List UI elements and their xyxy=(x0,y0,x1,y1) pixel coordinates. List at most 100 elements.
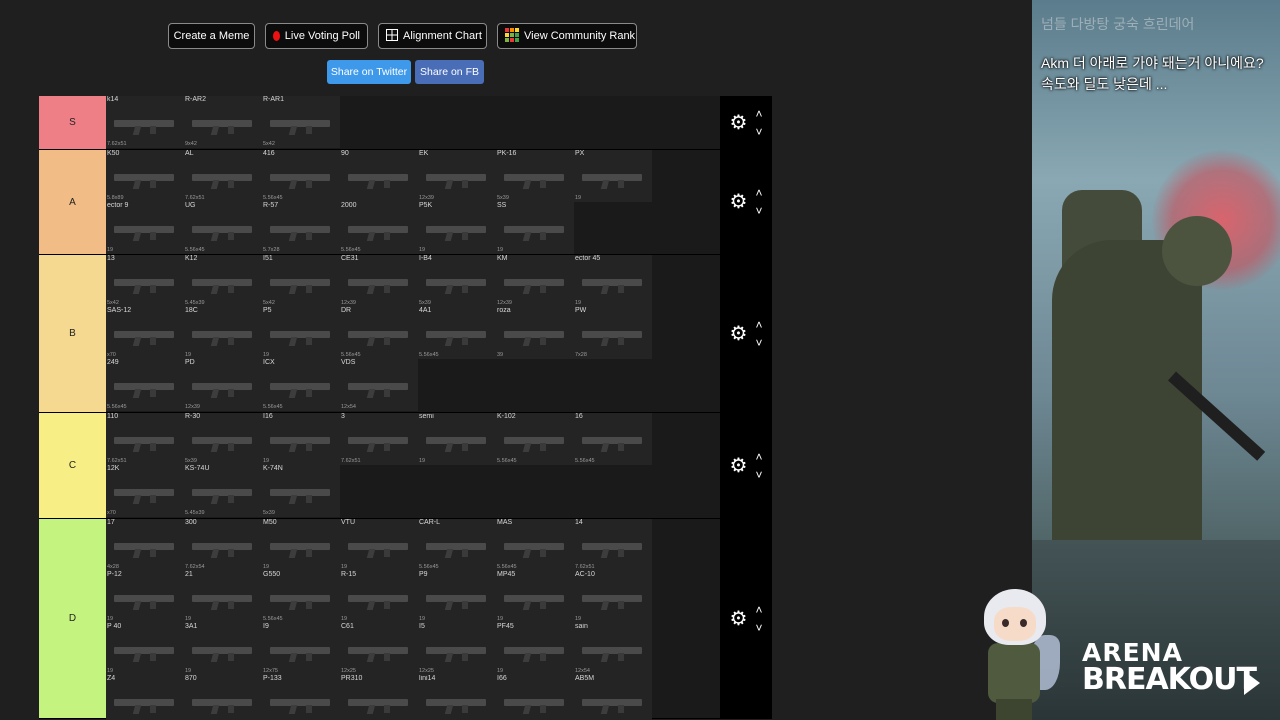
weapon-card[interactable]: KM 12x39 xyxy=(496,255,574,307)
weapon-card[interactable]: R-30 5x39 xyxy=(184,413,262,465)
chevron-up-icon[interactable]: ˄ xyxy=(755,108,762,120)
weapon-card[interactable]: K-102 5.56x45 xyxy=(496,413,574,465)
weapon-card[interactable]: CE31 12x39 xyxy=(340,255,418,307)
weapon-card[interactable]: 12K x70 xyxy=(106,465,184,517)
view-community-rank-button[interactable]: View Community Rank xyxy=(497,23,637,49)
weapon-card[interactable]: I9 12x75 xyxy=(262,623,340,675)
weapon-card[interactable]: CAR-L 5.56x45 xyxy=(418,519,496,571)
weapon-card[interactable]: 21 19 xyxy=(184,571,262,623)
weapon-card[interactable]: I51 5x42 xyxy=(262,255,340,307)
weapon-card[interactable]: 300 7.62x54 xyxy=(184,519,262,571)
gear-icon[interactable]: ⚙ xyxy=(730,456,748,476)
weapon-card[interactable]: SAS-12 x70 xyxy=(106,307,184,359)
gear-icon[interactable]: ⚙ xyxy=(730,609,748,629)
weapon-card[interactable]: PK-16 5x39 xyxy=(496,150,574,202)
weapon-card[interactable]: PD 12x39 xyxy=(184,359,262,411)
weapon-card[interactable]: 14 7.62x51 xyxy=(574,519,652,571)
chevron-up-icon[interactable]: ˄ xyxy=(755,319,762,331)
weapon-card[interactable]: AB5M xyxy=(574,675,652,720)
tier-label[interactable]: B xyxy=(39,255,106,412)
weapon-card[interactable]: 416 5.56x45 xyxy=(262,150,340,202)
weapon-card[interactable]: R-15 19 xyxy=(340,571,418,623)
weapon-card[interactable]: I16 19 xyxy=(262,413,340,465)
weapon-mag xyxy=(150,232,156,240)
live-voting-poll-button[interactable]: Live Voting Poll xyxy=(265,23,368,49)
weapon-card[interactable]: SS 19 xyxy=(496,202,574,254)
weapon-card[interactable]: P-12 19 xyxy=(106,571,184,623)
weapon-card[interactable]: P9 19 xyxy=(418,571,496,623)
weapon-card[interactable]: KS-74U 5.45x39 xyxy=(184,465,262,517)
weapon-card[interactable]: 17 4x28 xyxy=(106,519,184,571)
chevron-down-icon[interactable]: ˅ xyxy=(755,622,762,634)
weapon-card[interactable]: C61 12x25 xyxy=(340,623,418,675)
alignment-chart-button[interactable]: Alignment Chart xyxy=(378,23,487,49)
weapon-card[interactable]: PX 19 xyxy=(574,150,652,202)
weapon-card[interactable]: M50 19 xyxy=(262,519,340,571)
weapon-card[interactable]: K12 5.45x39 xyxy=(184,255,262,307)
weapon-card[interactable]: P5 19 xyxy=(262,307,340,359)
weapon-card[interactable]: 3 7.62x51 xyxy=(340,413,418,465)
chevron-up-icon[interactable]: ˄ xyxy=(755,604,762,616)
weapon-card[interactable]: 13 5x42 xyxy=(106,255,184,307)
weapon-card[interactable]: ICX 5.56x45 xyxy=(262,359,340,411)
weapon-card[interactable]: PR310 xyxy=(340,675,418,720)
weapon-card[interactable]: P 40 19 xyxy=(106,623,184,675)
weapon-card[interactable]: G550 5.56x45 xyxy=(262,571,340,623)
gear-icon[interactable]: ⚙ xyxy=(730,324,748,344)
tier-label[interactable]: D xyxy=(39,519,106,718)
weapon-card[interactable]: lini14 xyxy=(418,675,496,720)
weapon-card[interactable]: AC-10 19 xyxy=(574,571,652,623)
weapon-card[interactable]: ector 9 19 xyxy=(106,202,184,254)
weapon-card[interactable]: 870 xyxy=(184,675,262,720)
weapon-card[interactable]: K50 5.8x89 xyxy=(106,150,184,202)
chevron-up-icon[interactable]: ˄ xyxy=(755,451,762,463)
weapon-card[interactable]: P5K 19 xyxy=(418,202,496,254)
weapon-card[interactable]: PF45 19 xyxy=(496,623,574,675)
tier-label[interactable]: S xyxy=(39,96,106,149)
weapon-card[interactable]: 249 5.56x45 xyxy=(106,359,184,411)
weapon-card[interactable]: sain 12x54 xyxy=(574,623,652,675)
weapon-card[interactable]: 110 7.62x51 xyxy=(106,413,184,465)
chevron-down-icon[interactable]: ˅ xyxy=(755,337,762,349)
share-twitter-button[interactable]: Share on Twitter xyxy=(327,60,411,84)
tier-label[interactable]: C xyxy=(39,413,106,518)
create-meme-button[interactable]: Create a Meme xyxy=(168,23,255,49)
weapon-card[interactable]: 3A1 19 xyxy=(184,623,262,675)
chevron-down-icon[interactable]: ˅ xyxy=(755,469,762,481)
weapon-card[interactable]: EK 12x39 xyxy=(418,150,496,202)
weapon-card[interactable]: VDS 12x54 xyxy=(340,359,418,411)
weapon-name: MAS xyxy=(497,519,513,526)
gear-icon[interactable]: ⚙ xyxy=(730,192,748,212)
weapon-card[interactable]: semi 19 xyxy=(418,413,496,465)
weapon-card[interactable]: R-AR2 9x42 xyxy=(184,96,262,148)
gear-icon[interactable]: ⚙ xyxy=(730,113,748,133)
weapon-card[interactable]: Z4 xyxy=(106,675,184,720)
share-fb-button[interactable]: Share on FB xyxy=(415,60,484,84)
chevron-down-icon[interactable]: ˅ xyxy=(755,126,762,138)
chevron-down-icon[interactable]: ˅ xyxy=(755,205,762,217)
weapon-card[interactable]: k14 7.62x51 xyxy=(106,96,184,148)
weapon-card[interactable]: PW 7x28 xyxy=(574,307,652,359)
weapon-card[interactable]: I5 12x25 xyxy=(418,623,496,675)
weapon-card[interactable]: roza 39 xyxy=(496,307,574,359)
weapon-card[interactable]: R-57 5.7x28 xyxy=(262,202,340,254)
weapon-card[interactable]: R-AR1 5x42 xyxy=(262,96,340,148)
tier-label[interactable]: A xyxy=(39,150,106,254)
weapon-card[interactable]: VTU 19 xyxy=(340,519,418,571)
weapon-card[interactable]: AL 7.62x51 xyxy=(184,150,262,202)
weapon-card[interactable]: 16 5.56x45 xyxy=(574,413,652,465)
weapon-card[interactable]: UG 5.56x45 xyxy=(184,202,262,254)
weapon-card[interactable]: 2000 5.56x45 xyxy=(340,202,418,254)
weapon-card[interactable]: I66 xyxy=(496,675,574,720)
weapon-card[interactable]: 4A1 5.56x45 xyxy=(418,307,496,359)
weapon-card[interactable]: MAS 5.56x45 xyxy=(496,519,574,571)
weapon-card[interactable]: 90 xyxy=(340,150,418,202)
weapon-card[interactable]: K-74N 5x39 xyxy=(262,465,340,517)
weapon-card[interactable]: ector 45 19 xyxy=(574,255,652,307)
weapon-card[interactable]: DR 5.56x45 xyxy=(340,307,418,359)
weapon-card[interactable]: 18C 19 xyxy=(184,307,262,359)
weapon-card[interactable]: I-B4 5x39 xyxy=(418,255,496,307)
weapon-card[interactable]: MP45 19 xyxy=(496,571,574,623)
weapon-card[interactable]: P-133 xyxy=(262,675,340,720)
chevron-up-icon[interactable]: ˄ xyxy=(755,187,762,199)
